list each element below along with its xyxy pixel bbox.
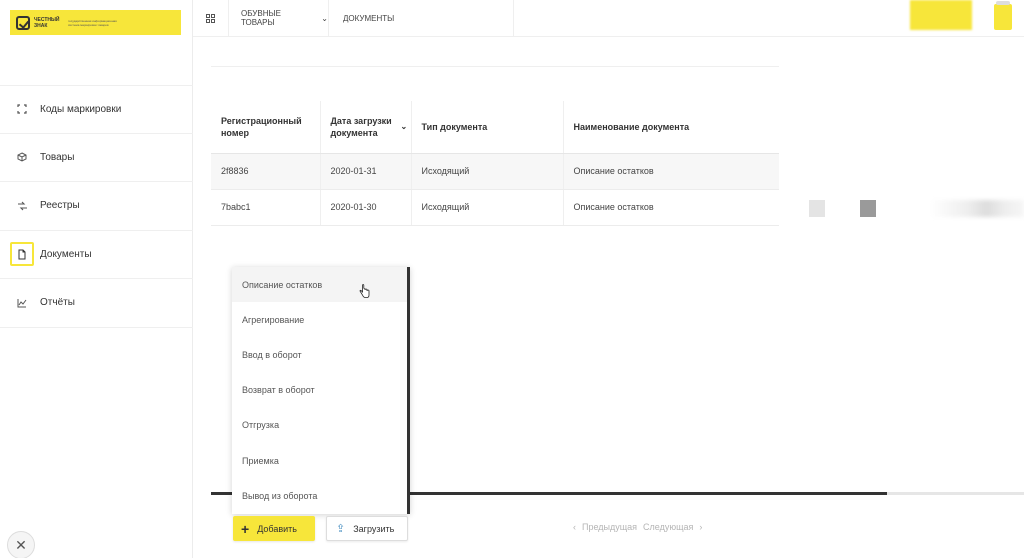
blurred-element xyxy=(930,200,1024,217)
upload-button-label: Загрузить xyxy=(353,523,395,534)
add-button[interactable]: + Добавить xyxy=(233,516,315,541)
blurred-user-block xyxy=(910,0,972,30)
prev-page-link[interactable]: Предыдущая xyxy=(582,522,637,532)
cell-name: Описание остатков xyxy=(563,189,779,226)
codes-icon xyxy=(12,99,32,119)
chevron-left-icon[interactable]: ‹ xyxy=(573,522,576,532)
menu-item-withdrawal[interactable]: Вывод из оборота xyxy=(232,478,407,513)
chevron-down-icon: ⌄ xyxy=(321,13,328,23)
sidebar-item-goods[interactable]: Товары xyxy=(0,134,193,182)
column-header-name[interactable]: Наименование документа xyxy=(563,101,779,154)
close-icon: ✕ xyxy=(15,536,27,553)
pagination: ‹ Предыдущая Следующая › xyxy=(573,522,708,532)
chart-icon xyxy=(12,293,32,313)
box-icon xyxy=(12,147,32,167)
grid-icon xyxy=(206,13,215,23)
cell-date: 2020-01-30 xyxy=(320,189,412,226)
sidebar-item-label: Коды маркировки xyxy=(40,103,122,115)
column-header-type[interactable]: Тип документа xyxy=(411,101,564,154)
menu-item-return[interactable]: Возврат в оборот xyxy=(232,373,407,408)
menu-item-acceptance[interactable]: Приемка xyxy=(232,443,407,478)
horizontal-scrollbar-track[interactable] xyxy=(887,492,1024,495)
sidebar-item-reports[interactable]: Отчёты xyxy=(0,279,193,328)
logo-tagline: государственная информационная система м… xyxy=(68,18,117,27)
add-document-menu: Описание остатков Агрегирование Ввод в о… xyxy=(232,267,410,514)
breadcrumb-label: ДОКУМЕНТЫ xyxy=(343,13,395,23)
plus-icon: + xyxy=(241,520,250,537)
menu-item-shipment[interactable]: Отгрузка xyxy=(232,408,407,443)
logo[interactable]: ЧЕСТНЫЙ ЗНАК государственная информацион… xyxy=(10,10,181,35)
document-icon xyxy=(10,242,34,267)
product-group-select[interactable]: ОБУВНЫЕ ТОВАРЫ ⌄ xyxy=(229,0,329,36)
sidebar-item-documents[interactable]: Документы xyxy=(0,231,193,279)
menu-item-remains-description[interactable]: Описание остатков xyxy=(232,267,407,303)
cell-type: Исходящий xyxy=(411,189,564,226)
menu-item-aggregation[interactable]: Агрегирование xyxy=(232,302,407,337)
cell-date: 2020-01-31 xyxy=(320,153,412,190)
chevron-right-icon[interactable]: › xyxy=(699,522,702,532)
sidebar-nav: Коды маркировки Товары Реестры Документы… xyxy=(0,85,193,328)
upload-icon: ⇪ xyxy=(336,523,346,535)
product-group-label: ОБУВНЫЕ ТОВАРЫ xyxy=(241,9,281,27)
sidebar-item-label: Отчёты xyxy=(40,297,75,309)
sidebar-item-registries[interactable]: Реестры xyxy=(0,182,193,231)
table-row[interactable]: 2f8836 2020-01-31 Исходящий Описание ост… xyxy=(211,153,779,190)
sidebar-item-label: Реестры xyxy=(40,200,80,212)
sidebar-item-codes[interactable]: Коды маркировки xyxy=(0,85,193,134)
user-menu-icon[interactable] xyxy=(994,1,1012,30)
registry-icon xyxy=(12,196,32,216)
cell-type: Исходящий xyxy=(411,153,564,190)
breadcrumb-documents[interactable]: ДОКУМЕНТЫ xyxy=(329,0,514,36)
sort-down-icon[interactable]: ⌄ xyxy=(401,121,408,133)
blurred-element xyxy=(809,200,825,217)
add-button-label: Добавить xyxy=(257,523,297,534)
column-header-date[interactable]: Дата загрузки документа ⌄ xyxy=(320,101,412,154)
cell-name: Описание остатков xyxy=(563,153,779,190)
documents-table: Регистрационный номер Дата загрузки доку… xyxy=(211,101,779,226)
logo-name: ЧЕСТНЫЙ ЗНАК xyxy=(34,16,60,29)
table-row[interactable]: 7babc1 2020-01-30 Исходящий Описание ост… xyxy=(211,189,779,226)
sidebar-item-label: Товары xyxy=(40,151,75,163)
upload-button[interactable]: ⇪ Загрузить xyxy=(326,516,408,541)
cell-reg-number[interactable]: 7babc1 xyxy=(211,189,321,226)
cell-reg-number[interactable]: 2f8836 xyxy=(211,153,321,190)
topbar: ОБУВНЫЕ ТОВАРЫ ⌄ ДОКУМЕНТЫ xyxy=(193,0,1024,37)
blurred-element xyxy=(860,200,876,217)
apps-grid-button[interactable] xyxy=(193,0,229,36)
logo-mark-icon xyxy=(16,15,30,30)
sidebar: ЧЕСТНЫЙ ЗНАК государственная информацион… xyxy=(0,0,193,558)
menu-item-introduce[interactable]: Ввод в оборот xyxy=(232,337,407,372)
next-page-link[interactable]: Следующая xyxy=(643,522,693,532)
column-header-date-label: Дата загрузки документа xyxy=(330,115,392,138)
close-button[interactable]: ✕ xyxy=(7,531,35,558)
sidebar-item-label: Документы xyxy=(40,248,92,260)
hand-cursor-icon xyxy=(359,284,370,298)
column-header-reg-number[interactable]: Регистрационный номер xyxy=(211,101,321,154)
table-header-row: Регистрационный номер Дата загрузки доку… xyxy=(211,101,779,154)
